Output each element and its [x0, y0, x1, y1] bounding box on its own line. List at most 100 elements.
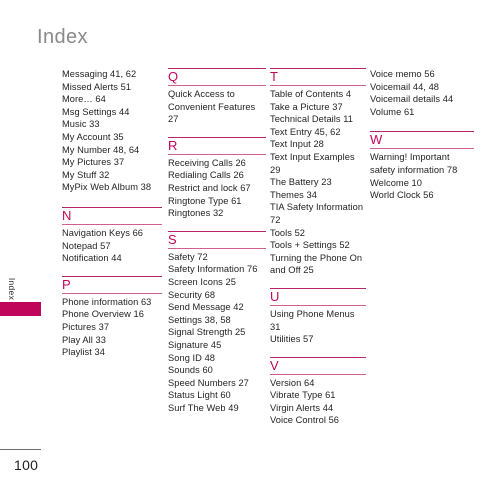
section-rule-bottom: [168, 153, 266, 155]
index-entry[interactable]: Vibrate Type 61: [270, 389, 366, 402]
index-entry[interactable]: My Pictures 37: [62, 156, 162, 169]
section-rule-top: [168, 230, 266, 232]
index-entry[interactable]: Technical Details 11: [270, 113, 366, 126]
index-entry[interactable]: Text Input Examples 29: [270, 151, 366, 176]
index-entry[interactable]: Using Phone Menus 31: [270, 308, 366, 333]
index-entry[interactable]: Sounds 60: [168, 364, 266, 377]
index-entry-list: Receiving Calls 26 Redialing Calls 26 Rest…: [168, 157, 266, 220]
index-letter-heading: T: [270, 69, 278, 84]
section-rule-top: [62, 206, 162, 208]
index-entry[interactable]: Pictures 37: [62, 321, 162, 334]
index-entry[interactable]: Voicemail details 44: [370, 93, 474, 106]
section-rule-top: [370, 131, 474, 133]
index-entry[interactable]: Status Light 60: [168, 389, 266, 402]
section-rule-bottom: [168, 247, 266, 249]
index-entry[interactable]: Music 33: [62, 118, 162, 131]
index-entry[interactable]: Volume 61: [370, 106, 474, 119]
page-title: Index: [37, 26, 88, 48]
index-letter-heading: W: [370, 132, 383, 148]
section-rule-bottom: [370, 148, 474, 150]
index-column-4: Voice memo 56 Voicemail 44, 48 Voicemail d…: [370, 68, 474, 213]
index-entry[interactable]: Security 68: [168, 289, 266, 302]
section-rule-bottom: [168, 85, 266, 86]
index-entry[interactable]: Welcome 10: [370, 177, 474, 190]
index-column-3: T Table of Contents 4 Take a Picture 37 Tec…: [270, 68, 366, 438]
section-rule-top: [270, 68, 366, 69]
index-entry[interactable]: Playlist 34: [62, 346, 162, 359]
side-tab-marker: [0, 302, 41, 316]
index-page: Index Index Messaging 41, 62 Missed Alert…: [0, 0, 500, 500]
index-entry[interactable]: Voice memo 56: [370, 68, 474, 81]
index-letter-heading: R: [168, 137, 178, 153]
index-entry[interactable]: Voicemail 44, 48: [370, 81, 474, 94]
index-entry[interactable]: Safety 72: [168, 251, 266, 264]
index-entry[interactable]: TIA Safety Information 72: [270, 201, 366, 226]
index-entry-list: Warning! Important safety information 78…: [370, 151, 474, 201]
index-column-2: Q Quick Access to Convenient Features 27 R…: [168, 68, 266, 425]
index-entry[interactable]: Play All 33: [62, 334, 162, 347]
index-letter-section: N Navigation Keys 66 Notepad 57 Notificatio…: [62, 206, 162, 265]
index-letter-section: Q Quick Access to Convenient Features 27: [168, 68, 266, 126]
section-rule-top: [62, 275, 162, 277]
index-entry[interactable]: Phone Overview 16: [62, 308, 162, 321]
index-entry[interactable]: Turning the Phone On and Off 25: [270, 252, 366, 277]
index-entry[interactable]: MyPix Web Album 38: [62, 181, 162, 194]
index-letter-section: S Safety 72 Safety Information 76 Screen Ic…: [168, 230, 266, 415]
index-entry[interactable]: Speed Numbers 27: [168, 377, 266, 390]
index-entry[interactable]: Tools 52: [270, 227, 366, 240]
index-entry[interactable]: My Stuff 32: [62, 169, 162, 182]
section-rule-bottom: [270, 373, 366, 375]
index-entry[interactable]: Missed Alerts 51: [62, 81, 162, 94]
index-entry[interactable]: Msg Settings 44: [62, 106, 162, 119]
index-column-1: Messaging 41, 62 Missed Alerts 51 More… 64…: [62, 68, 162, 370]
index-letter-heading: P: [62, 276, 71, 292]
index-letter-section: P Phone information 63 Phone Overview 16 Pi…: [62, 275, 162, 359]
index-letter-section: T Table of Contents 4 Take a Picture 37 Tec…: [270, 68, 366, 277]
index-entry[interactable]: More… 64: [62, 93, 162, 106]
index-letter-heading: N: [62, 207, 72, 223]
index-entry[interactable]: Send Message 42: [168, 301, 266, 314]
index-entry[interactable]: Settings 38, 58: [168, 314, 266, 327]
index-entry[interactable]: My Number 48, 64: [62, 144, 162, 157]
index-entry[interactable]: Phone information 63: [62, 296, 162, 309]
index-entry[interactable]: Signal Strength 25: [168, 326, 266, 339]
index-entry[interactable]: World Clock 56: [370, 189, 474, 202]
index-letter-section: U Using Phone Menus 31 Utilities 57: [270, 287, 366, 346]
index-entry[interactable]: My Account 35: [62, 131, 162, 144]
index-entry[interactable]: Surf The Web 49: [168, 402, 266, 415]
index-entry[interactable]: Receiving Calls 26: [168, 157, 266, 170]
section-rule-bottom: [270, 304, 366, 306]
index-entry[interactable]: Text Input 28: [270, 138, 366, 151]
index-letter-section: R Receiving Calls 26 Redialing Calls 26 Res…: [168, 136, 266, 220]
index-entry[interactable]: Take a Picture 37: [270, 101, 366, 114]
index-entry[interactable]: Navigation Keys 66: [62, 227, 162, 240]
index-entry[interactable]: Virgin Alerts 44: [270, 402, 366, 415]
index-entry[interactable]: Tools + Settings 52: [270, 239, 366, 252]
section-rule-top: [168, 68, 266, 69]
index-entry-list: Phone information 63 Phone Overview 16 Pic…: [62, 296, 162, 359]
index-entry[interactable]: Restrict and lock 67: [168, 182, 266, 195]
index-entry[interactable]: Ringtones 32: [168, 207, 266, 220]
index-entry[interactable]: Messaging 41, 62: [62, 68, 162, 81]
index-entry[interactable]: Ringtone Type 61: [168, 195, 266, 208]
index-letter-section: V Version 64 Vibrate Type 61 Virgin Alerts …: [270, 356, 366, 427]
index-entry[interactable]: Song ID 48: [168, 352, 266, 365]
index-entry[interactable]: Voice Control 56: [270, 414, 366, 427]
index-entry[interactable]: Utilities 57: [270, 333, 366, 346]
index-entry[interactable]: Version 64: [270, 377, 366, 390]
section-rule-bottom: [62, 223, 162, 225]
index-entry[interactable]: Signature 45: [168, 339, 266, 352]
index-entry[interactable]: Screen Icons 25: [168, 276, 266, 289]
index-entry[interactable]: Notepad 57: [62, 240, 162, 253]
index-entry[interactable]: Warning! Important safety information 78: [370, 151, 474, 176]
index-letter-heading: V: [270, 357, 279, 373]
index-entry[interactable]: The Battery 23: [270, 176, 366, 189]
index-entry[interactable]: Redialing Calls 26: [168, 169, 266, 182]
index-entry[interactable]: Safety Information 76: [168, 263, 266, 276]
index-entry[interactable]: Notification 44: [62, 252, 162, 265]
index-entry[interactable]: Text Entry 45, 62: [270, 126, 366, 139]
section-rule-top: [168, 136, 266, 138]
index-entry[interactable]: Table of Contents 4: [270, 88, 366, 101]
index-entry[interactable]: Quick Access to Convenient Features 27: [168, 88, 266, 126]
index-entry[interactable]: Themes 34: [270, 189, 366, 202]
